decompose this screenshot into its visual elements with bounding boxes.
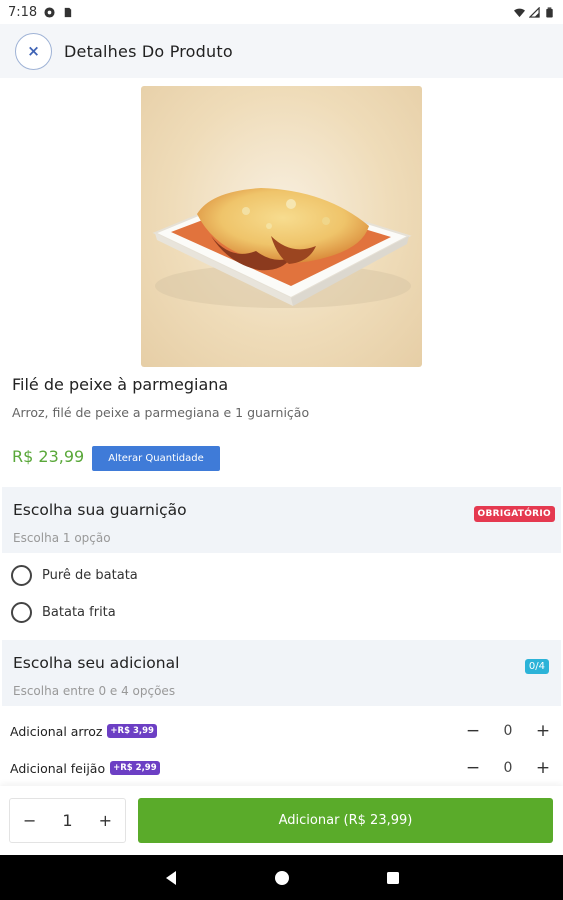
status-time: 7:18 — [8, 4, 38, 20]
addon-quantity: 0 — [503, 723, 513, 739]
addon-count-badge: 0/4 — [524, 659, 549, 674]
home-icon[interactable] — [274, 870, 290, 886]
side-dish-section-title: Escolha sua guarnição — [13, 501, 187, 519]
radio-button[interactable] — [11, 565, 32, 586]
quantity-value: 1 — [62, 811, 73, 830]
back-icon[interactable] — [163, 870, 179, 886]
status-bar: 7:18 — [0, 0, 563, 24]
addon-row-beans: Adicional feijão +R$ 2,99 − 0 + — [10, 755, 553, 781]
cast-icon — [44, 6, 55, 18]
addon-section-subtitle: Escolha entre 0 e 4 opções — [13, 684, 176, 698]
product-name: Filé de peixe à parmegiana — [12, 375, 229, 394]
side-dish-section-header: Escolha sua guarnição Escolha 1 opção OB… — [2, 487, 561, 553]
product-price: R$ 23,99 — [12, 447, 85, 466]
quantity-stepper: − 1 + — [9, 798, 126, 843]
dish-illustration — [152, 188, 412, 308]
sd-card-icon — [64, 7, 72, 17]
side-option-fries[interactable]: Batata frita — [11, 602, 116, 623]
battery-icon — [546, 6, 553, 18]
side-option-pure[interactable]: Purê de batata — [11, 565, 138, 586]
decrement-button[interactable]: − — [23, 811, 36, 830]
side-dish-section-subtitle: Escolha 1 opção — [13, 531, 111, 545]
side-option-label: Purê de batata — [42, 568, 138, 583]
required-badge: OBRIGATÓRIO — [473, 506, 555, 522]
product-description: Arroz, filé de peixe a parmegiana e 1 gu… — [12, 405, 310, 420]
addon-quantity: 0 — [503, 760, 513, 776]
increment-button[interactable]: + — [99, 811, 112, 830]
recents-icon[interactable] — [385, 870, 401, 886]
addon-section-header: Escolha seu adicional Escolha entre 0 e … — [2, 640, 561, 706]
increment-button[interactable]: + — [533, 721, 553, 741]
app-bar: × Detalhes Do Produto — [0, 24, 563, 78]
addon-stepper: − 0 + — [463, 758, 553, 778]
addon-section-title: Escolha seu adicional — [13, 654, 180, 672]
decrement-button[interactable]: − — [463, 758, 483, 778]
radio-button[interactable] — [11, 602, 32, 623]
increment-button[interactable]: + — [533, 758, 553, 778]
bottom-bar: − 1 + Adicionar (R$ 23,99) — [0, 786, 563, 855]
side-option-label: Batata frita — [42, 605, 116, 620]
addon-name: Adicional arroz — [10, 723, 103, 739]
wifi-icon — [514, 8, 525, 17]
addon-price-badge: +R$ 2,99 — [110, 761, 160, 775]
addon-name: Adicional feijão — [10, 760, 106, 776]
change-quantity-button[interactable]: Alterar Quantidade — [92, 446, 220, 471]
signal-icon — [529, 6, 540, 18]
system-nav-bar — [0, 855, 563, 900]
page-title: Detalhes Do Produto — [64, 41, 233, 61]
decrement-button[interactable]: − — [463, 721, 483, 741]
addon-stepper: − 0 + — [463, 721, 553, 741]
add-to-cart-button[interactable]: Adicionar (R$ 23,99) — [138, 798, 553, 843]
close-icon: × — [27, 42, 40, 60]
close-button[interactable]: × — [15, 32, 52, 70]
product-image — [141, 86, 422, 367]
addon-row-rice: Adicional arroz +R$ 3,99 − 0 + — [10, 718, 553, 744]
addon-price-badge: +R$ 3,99 — [107, 724, 157, 738]
